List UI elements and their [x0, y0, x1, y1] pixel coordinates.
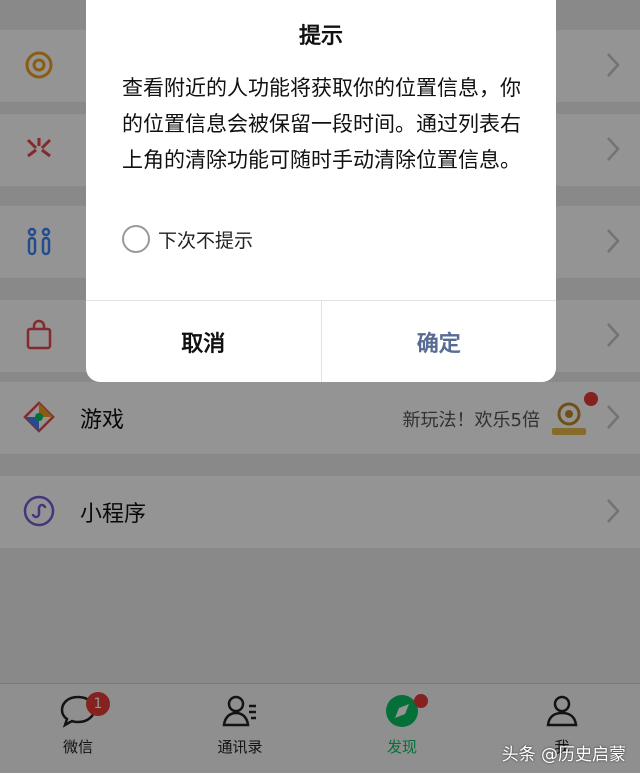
confirm-button[interactable]: 确定	[322, 301, 557, 382]
watermark: 头条 @历史启蒙	[501, 745, 626, 765]
dont-remind-checkbox[interactable]: 下次不提示	[122, 224, 253, 254]
cancel-button[interactable]: 取消	[86, 301, 322, 382]
dialog-message: 查看附近的人功能将获取你的位置信息，你的位置信息会被保留一段时间。通过列表右上角…	[122, 76, 521, 172]
radio-circle-icon[interactable]	[122, 225, 150, 253]
dialog-title: 提示	[298, 24, 343, 49]
location-permission-dialog: 提示 查看附近的人功能将获取你的位置信息，你的位置信息会被保留一段时间。通过列表…	[86, 0, 556, 382]
dialog-actions: 取消 确定	[86, 300, 556, 382]
checkbox-label: 下次不提示	[158, 229, 254, 252]
